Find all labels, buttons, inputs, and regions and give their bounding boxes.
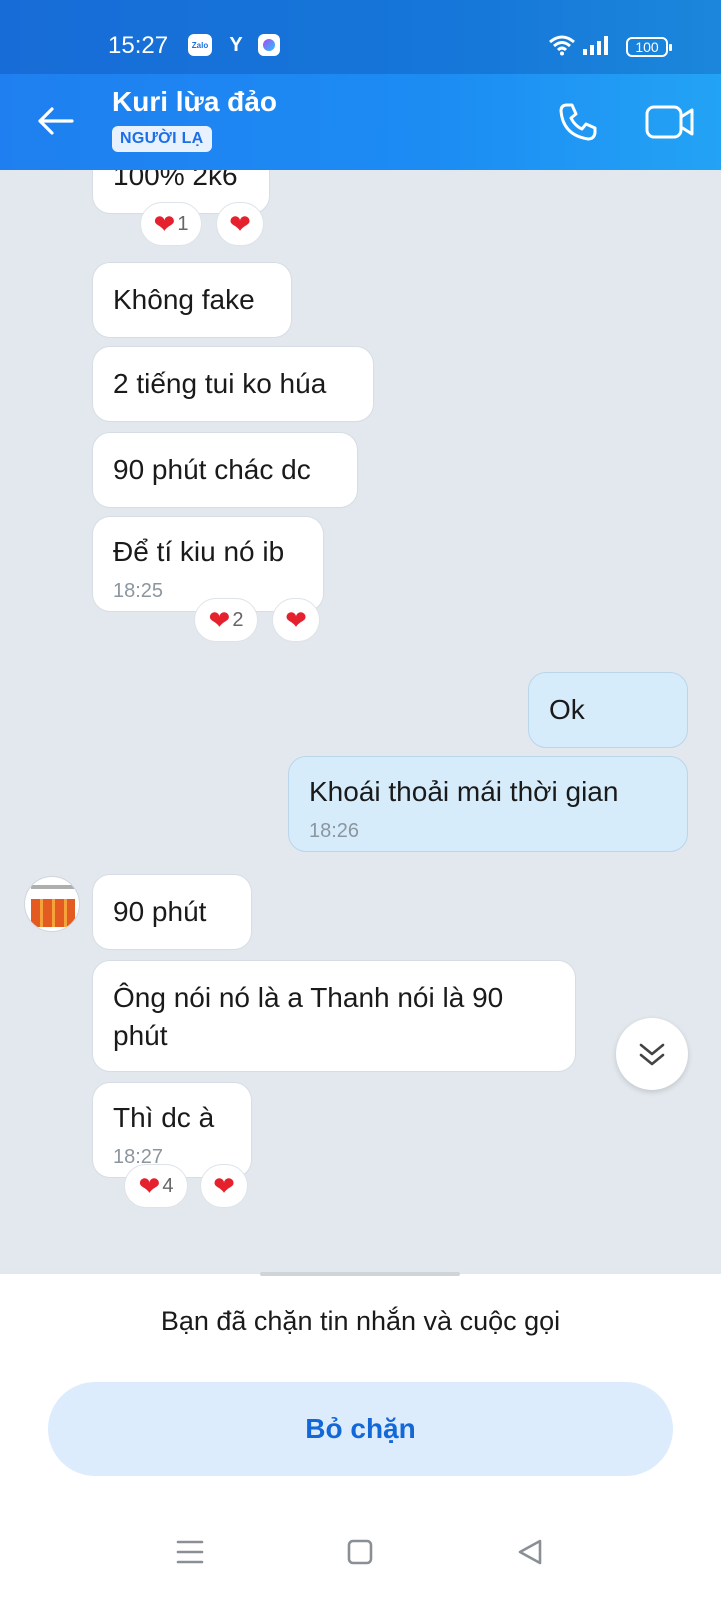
- zalo-icon: Zalo: [188, 34, 212, 56]
- message-text: 100% 2k6: [113, 170, 238, 191]
- top-bar: 15:27 Zalo Y 100 Kuri lừa đảo NGƯỜI LẠ: [0, 0, 721, 170]
- message-time: 18:25: [113, 580, 164, 602]
- panel-handle: [260, 1272, 460, 1276]
- heart-icon: ❤: [208, 605, 231, 635]
- chat-messages[interactable]: 100% 2k6 ❤ 1 ❤ Không fake 2 tiếng tui ko …: [0, 170, 721, 1274]
- scroll-to-bottom-button[interactable]: [616, 1018, 688, 1090]
- react-button[interactable]: ❤: [272, 598, 320, 642]
- double-chevron-down-icon: [639, 1043, 665, 1066]
- wifi-icon: [548, 34, 576, 56]
- react-button[interactable]: ❤: [200, 1164, 248, 1208]
- message-bubble[interactable]: 2 tiếng tui ko húa: [92, 346, 374, 422]
- heart-icon: ❤: [138, 1171, 161, 1201]
- unblock-button[interactable]: Bỏ chặn: [48, 1382, 673, 1476]
- message-text: Ông nói nó là a Thanh nói là 90 phút: [113, 982, 504, 1051]
- chat-header: Kuri lừa đảo NGƯỜI LẠ: [0, 74, 721, 170]
- back-icon: [518, 1539, 542, 1565]
- back-arrow-icon: [38, 107, 74, 135]
- message-bubble[interactable]: 90 phút chác dc: [92, 432, 358, 508]
- heart-icon: ❤: [285, 605, 307, 635]
- message-text: Ok: [549, 694, 585, 725]
- message-text: Khoái thoải mái thời gian: [309, 776, 619, 807]
- phone-icon: [559, 103, 597, 141]
- my-message-bubble[interactable]: Ok: [528, 672, 688, 748]
- reaction-number: 2: [232, 608, 244, 631]
- heart-icon: ❤: [153, 209, 176, 239]
- menu-icon: [176, 1540, 204, 1564]
- message-text: 90 phút chác dc: [113, 454, 311, 485]
- reaction-count[interactable]: ❤ 2: [194, 598, 258, 642]
- message-text: Không fake: [113, 284, 255, 315]
- back-button[interactable]: [30, 96, 80, 146]
- battery-icon: 100: [626, 37, 672, 57]
- reaction-count[interactable]: ❤ 4: [124, 1164, 188, 1208]
- nav-back-button[interactable]: [508, 1530, 552, 1574]
- nav-home-button[interactable]: [338, 1530, 382, 1574]
- my-message-bubble[interactable]: Khoái thoải mái thời gian 18:26: [288, 756, 688, 852]
- heart-icon: ❤: [213, 1171, 235, 1201]
- nav-menu-button[interactable]: [168, 1530, 212, 1574]
- reaction-count[interactable]: ❤ 1: [140, 202, 202, 246]
- blocked-notice: Bạn đã chặn tin nhắn và cuộc gọi: [160, 1306, 561, 1336]
- react-button[interactable]: ❤: [216, 202, 264, 246]
- reaction-number: 4: [162, 1174, 174, 1197]
- app-icon: [258, 34, 280, 56]
- video-call-button[interactable]: [640, 96, 700, 148]
- heart-icon: ❤: [229, 209, 251, 239]
- message-bubble[interactable]: Không fake: [92, 262, 292, 338]
- message-text: 90 phút: [113, 896, 207, 927]
- video-camera-icon: [645, 105, 694, 139]
- reaction-number: 1: [177, 212, 189, 235]
- message-time: 18:26: [309, 820, 360, 842]
- message-bubble[interactable]: 90 phút: [92, 874, 252, 950]
- voice-call-button[interactable]: [552, 96, 604, 148]
- status-time: 15:27: [108, 32, 169, 59]
- message-text: 2 tiếng tui ko húa: [113, 368, 327, 399]
- signal-icon: [582, 34, 614, 56]
- home-icon: [347, 1539, 373, 1565]
- system-nav-bar: [0, 1506, 721, 1600]
- stranger-badge: NGƯỜI LẠ: [112, 126, 212, 152]
- blocked-panel: Bạn đã chặn tin nhắn và cuộc gọi Bỏ chặn: [0, 1272, 721, 1600]
- message-text: Để tí kiu nó ib: [113, 536, 285, 567]
- message-bubble[interactable]: Ông nói nó là a Thanh nói là 90 phút: [92, 960, 576, 1072]
- contact-name[interactable]: Kuri lừa đảo: [112, 86, 277, 118]
- message-text: Thì dc à: [113, 1102, 215, 1133]
- contact-avatar[interactable]: [24, 876, 80, 932]
- status-bar: 15:27 Zalo Y 100: [0, 0, 721, 74]
- y-icon: Y: [229, 33, 243, 56]
